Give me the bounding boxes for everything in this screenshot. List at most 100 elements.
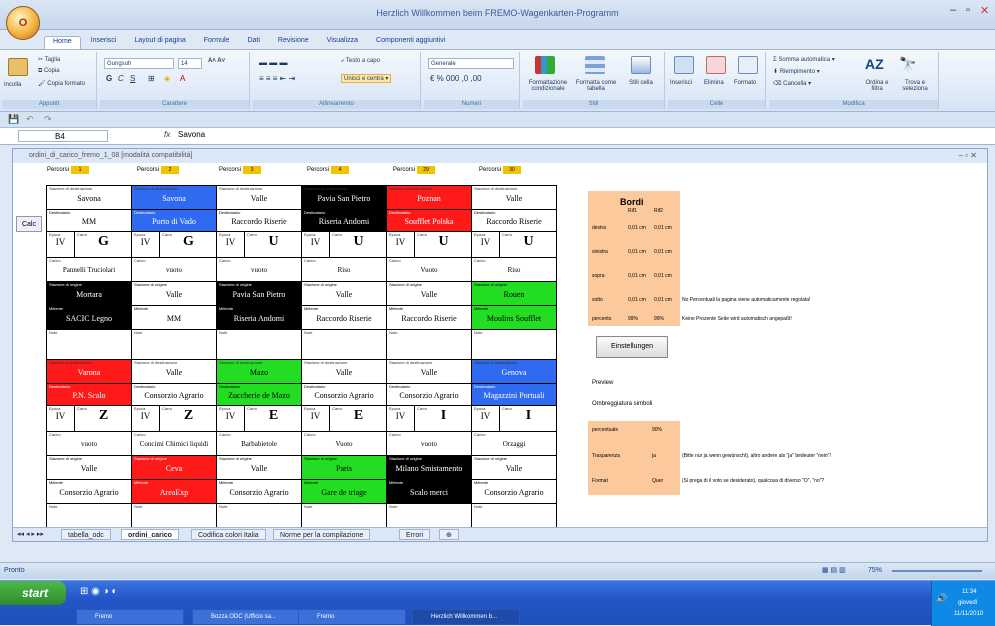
recipient[interactable]: P.N. Scalo [47,391,131,400]
border-value-a[interactable]: 0,01 cm [628,297,646,303]
format-table-icon[interactable] [585,56,605,74]
origin-station[interactable]: Pavia San Pietro [217,290,301,299]
italic-button[interactable]: C [118,74,124,83]
dest-station[interactable]: Valle [472,194,556,203]
sheet-area[interactable]: Percorsi 1 Percorsi 2 Percorsi 3 Percorsi 4 Perc… [13,163,987,527]
tray-icon[interactable]: 🔊 [936,593,947,604]
percorso-value[interactable]: 4 [331,166,350,174]
sheet-tab-codifica-colori-italia[interactable]: Codifica colori Italia [191,529,266,540]
load[interactable]: Pannelli Truciolari [47,266,131,274]
load[interactable]: Concimi Chimici liquidi [132,440,216,448]
epoca-value[interactable]: IV [387,237,414,247]
origin-station[interactable]: Valle [132,290,216,299]
recipient[interactable]: Consorzio Agrario [302,391,386,400]
recipient[interactable]: Raccordo Riserie [217,217,301,226]
wagon-card[interactable]: Stazione di destinazione Valle Destinatari… [386,359,472,527]
borders-icon[interactable]: ⊞ [148,74,155,83]
dest-station[interactable]: Pavia San Pietro [302,194,386,203]
load[interactable]: vuoto [387,440,471,448]
sender[interactable]: Moulins Soufflet [472,314,556,323]
sender[interactable]: Riseria Andomi [217,314,301,323]
insert-button[interactable]: Inserisci [670,80,692,86]
wagon-card[interactable]: Stazione di destinazione Savona Destinatar… [46,185,132,362]
paste-button[interactable]: Incolla [4,82,21,88]
fx-icon[interactable]: fx [164,130,170,139]
tab-inserisci[interactable]: Inserisci [83,36,125,49]
sheet-tab-norme-per-la-compilazione[interactable]: Norme per la compilazione [273,529,371,540]
carro-value[interactable]: Z [75,408,132,424]
origin-station[interactable]: Valle [472,464,556,473]
format-button[interactable]: Formato [734,80,756,86]
carro-value[interactable]: U [330,234,387,250]
dest-station[interactable]: Valle [132,368,216,377]
cut-button[interactable]: ✂ Taglia [38,56,60,63]
origin-station[interactable]: Valle [387,290,471,299]
tab-revisione[interactable]: Revisione [270,36,317,49]
dest-station[interactable]: Savona [132,194,216,203]
epoca-value[interactable]: IV [472,411,499,421]
wagon-card[interactable]: Stazione di destinazione Mazo Destinatario… [216,359,302,527]
dest-station[interactable]: Valle [217,194,301,203]
grow-font-icon[interactable]: A˄ A˅ [208,58,225,64]
wagon-card[interactable]: Stazione di destinazione Valle Destinatari… [301,359,387,527]
percorso-value[interactable]: 2 [161,166,180,174]
delete-cells-icon[interactable] [706,56,726,74]
dest-station[interactable]: Valle [302,368,386,377]
number-format-select[interactable]: Generale [428,58,514,69]
epoca-value[interactable]: IV [387,411,414,421]
cell-styles-button[interactable]: Stili cella [623,80,659,86]
workbook-controls-icon[interactable]: – ▫ ✕ [959,151,977,160]
sheet-nav-icon[interactable]: ◂◂ ◂ ▸ ▸▸ [17,530,44,538]
bold-button[interactable]: G [106,74,112,83]
shade-row-value[interactable]: ja [652,453,656,459]
border-value-b[interactable]: 99% [654,316,664,322]
epoca-value[interactable]: IV [217,411,244,421]
wagon-card[interactable]: Stazione di destinazione Genova Destinatar… [471,359,557,527]
clear-button[interactable]: ⌫ Cancella ▾ [773,80,811,87]
load[interactable]: Orzaggi [472,440,556,448]
copy-button[interactable]: ⧉ Copia [38,68,60,75]
recipient[interactable]: Consorzio Agrario [387,391,471,400]
recipient[interactable]: Porto di Vado [132,217,216,226]
recipient[interactable]: Consorzio Agrario [132,391,216,400]
load[interactable]: Riso [472,266,556,274]
formula-input[interactable]: Savona [178,130,205,139]
carro-value[interactable]: E [330,408,387,424]
settings-button[interactable]: Einstellungen [596,336,668,358]
font-size-select[interactable]: 14 [178,58,202,69]
origin-station[interactable]: Milano Smistamento [387,464,471,473]
border-value-b[interactable]: 0,01 cm [654,225,672,231]
recipient[interactable]: Riseria Andomi [302,217,386,226]
underline-button[interactable]: S [130,74,135,83]
recipient[interactable]: Magazzini Portuali [472,391,556,400]
wagon-card[interactable]: Stazione di destinazione Pavia San Pietro… [301,185,387,362]
close-icon[interactable]: ✕ [980,4,989,17]
font-color-icon[interactable]: A [180,74,185,83]
merge-center-button[interactable]: Unisci e centra ▾ [341,74,392,83]
conditional-format-icon[interactable] [535,56,555,74]
fill-color-icon[interactable]: ◈ [164,74,170,83]
redo-icon[interactable]: ↷ [44,114,52,125]
wagon-card[interactable]: Stazione di destinazione Savona Destinatar… [131,185,217,362]
carro-value[interactable]: I [415,408,472,424]
percorso-value[interactable]: 29 [417,166,436,174]
percorso-value[interactable]: 1 [71,166,90,174]
origin-station[interactable]: Valle [302,290,386,299]
sender[interactable]: AreaExp [132,488,216,497]
border-value-a[interactable]: 0,01 cm [628,273,646,279]
maximize-icon[interactable]: ▫ [966,4,970,16]
wagon-card[interactable]: Stazione di destinazione Poznan Destinatar… [386,185,472,362]
font-name-select[interactable]: Gungsuh [104,58,174,69]
origin-station[interactable]: Mortara [47,290,131,299]
border-value-a[interactable]: 99% [628,316,638,322]
cell-styles-icon[interactable] [631,56,651,74]
epoca-value[interactable]: IV [132,411,159,421]
sender[interactable]: Consorzio Agrario [472,488,556,497]
taskbar-item[interactable]: Bozza ODC (Ufficio sa... [192,609,300,625]
align-top-icon[interactable]: ▬ ▬ ▬ [259,58,287,67]
conditional-format-button[interactable]: Formattazione condizionale [523,80,573,92]
load[interactable]: vuoto [217,266,301,274]
sender[interactable]: Raccordo Riserie [387,314,471,323]
carro-value[interactable]: I [500,408,557,424]
border-value-a[interactable]: 0,01 cm [628,249,646,255]
